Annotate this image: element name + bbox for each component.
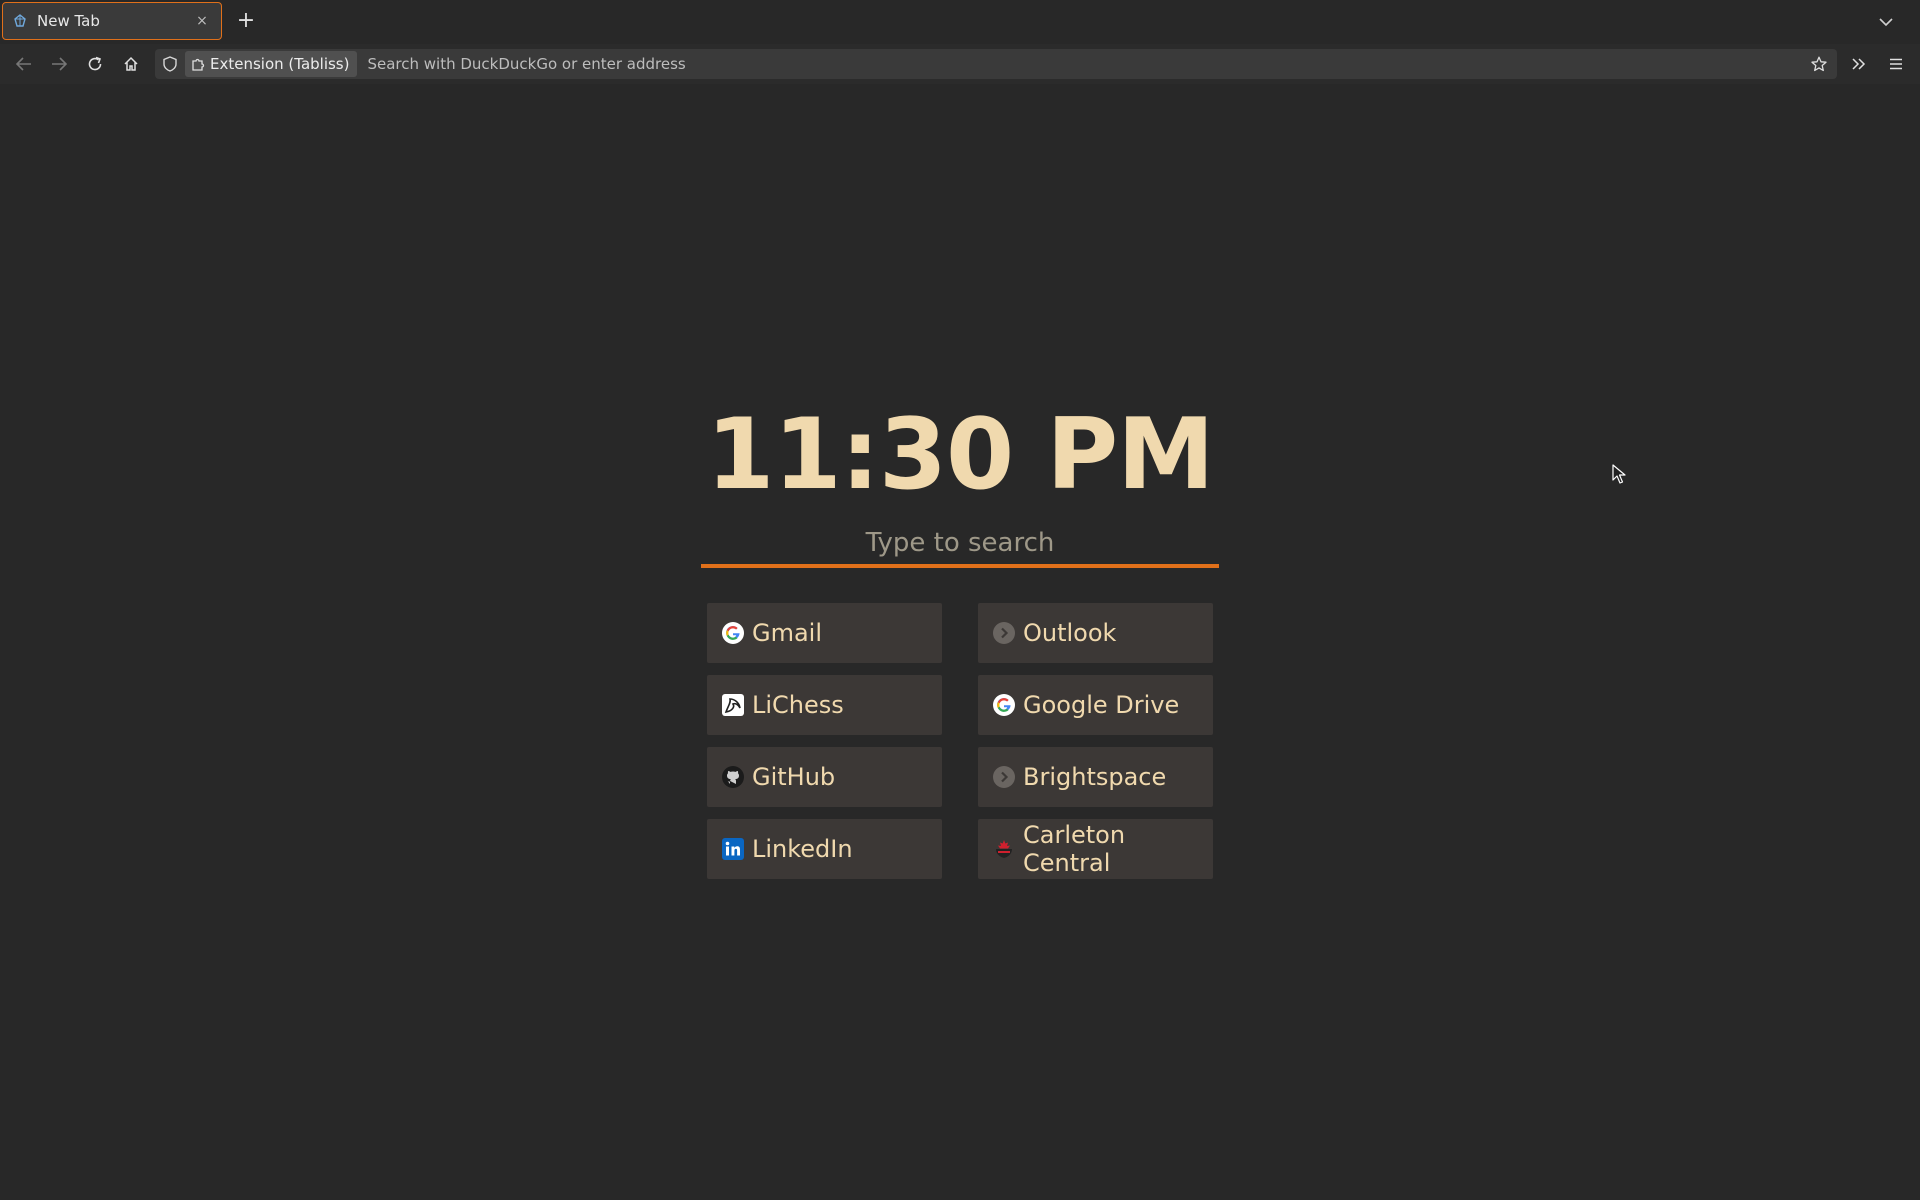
list-all-tabs-chevron-down-icon[interactable] — [1874, 10, 1898, 34]
linkedin-icon — [722, 838, 744, 860]
chevron-circle-icon — [993, 622, 1015, 644]
overflow-chevrons-icon[interactable] — [1847, 52, 1871, 76]
shield-icon[interactable] — [155, 56, 185, 72]
quick-link-linkedin[interactable]: LinkedIn — [707, 819, 942, 879]
new-tab-button[interactable]: + — [234, 10, 258, 34]
search-input[interactable] — [701, 522, 1219, 564]
quick-link-label: GitHub — [752, 763, 836, 791]
quick-link-github[interactable]: GitHub — [707, 747, 942, 807]
clock-time: 11:30 PM — [706, 398, 1214, 512]
quick-link-gmail[interactable]: Gmail — [707, 603, 942, 663]
lichess-icon — [722, 694, 744, 716]
tab-title: New Tab — [37, 12, 100, 30]
extension-identity-chip[interactable]: Extension (Tabliss) — [185, 51, 358, 77]
quick-link-label: Google Drive — [1023, 691, 1180, 719]
navigation-toolbar: Extension (Tabliss) — [0, 44, 1920, 84]
mouse-cursor-icon — [1612, 464, 1626, 488]
quick-link-google-drive[interactable]: Google Drive — [978, 675, 1213, 735]
extension-chip-label: Extension (Tabliss) — [210, 55, 350, 73]
google-icon — [722, 622, 744, 644]
google-icon — [993, 694, 1015, 716]
tab-strip: New Tab × + — [0, 0, 1920, 44]
quick-link-lichess[interactable]: LiChess — [707, 675, 942, 735]
bookmark-star-icon[interactable] — [1801, 56, 1837, 72]
reload-icon[interactable] — [83, 52, 107, 76]
carleton-icon — [993, 838, 1015, 860]
tab-new-tab[interactable]: New Tab × — [2, 2, 222, 40]
search-box — [701, 522, 1219, 568]
back-arrow-icon[interactable] — [12, 52, 36, 76]
quick-link-label: Carleton Central — [1023, 821, 1126, 877]
chevron-circle-icon — [993, 766, 1015, 788]
quick-link-carleton-central[interactable]: Carleton Central — [978, 819, 1213, 879]
hamburger-menu-icon[interactable] — [1884, 52, 1908, 76]
quick-link-brightspace[interactable]: Brightspace — [978, 747, 1213, 807]
github-icon — [722, 766, 744, 788]
quick-link-label: Outlook — [1023, 619, 1117, 647]
quick-link-label: LiChess — [752, 691, 844, 719]
quick-links-grid: Gmail Outlook LiChess Google Drive GitHu… — [707, 603, 1213, 879]
puzzle-piece-icon — [191, 57, 205, 71]
tabliss-icon — [13, 13, 29, 29]
address-input[interactable] — [357, 49, 1801, 79]
quick-link-outlook[interactable]: Outlook — [978, 603, 1213, 663]
quick-link-label: LinkedIn — [752, 835, 853, 863]
home-icon[interactable] — [119, 52, 143, 76]
quick-link-label: Brightspace — [1023, 763, 1167, 791]
quick-link-label: Gmail — [752, 619, 823, 647]
url-bar[interactable]: Extension (Tabliss) — [155, 49, 1837, 79]
forward-arrow-icon[interactable] — [47, 52, 71, 76]
close-tab-icon[interactable]: × — [193, 12, 211, 30]
